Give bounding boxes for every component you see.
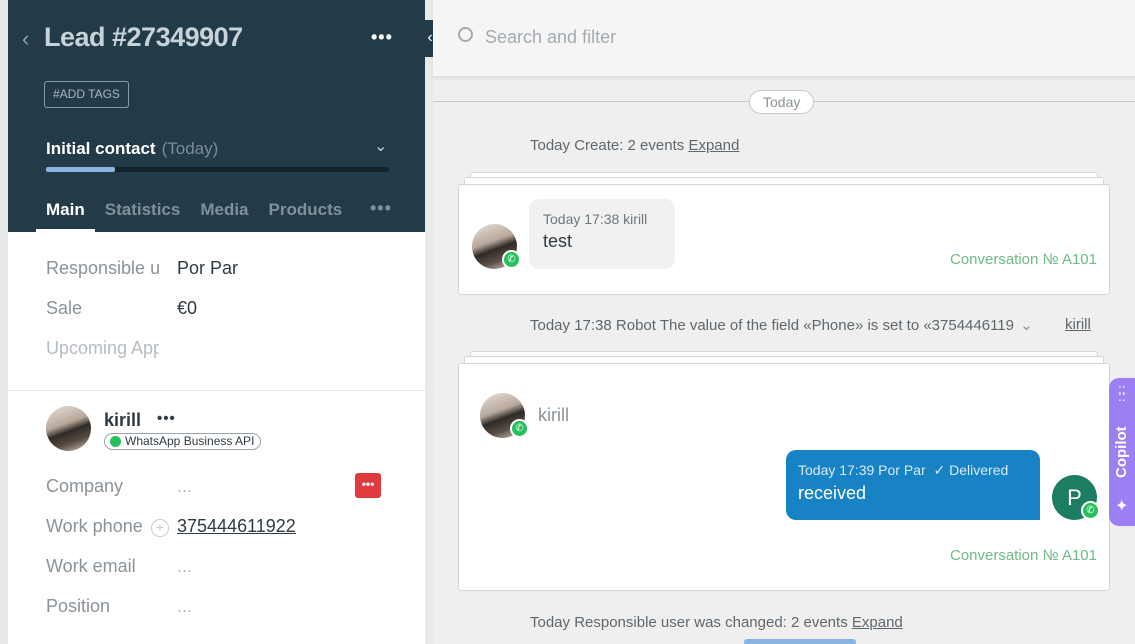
field-value-sale[interactable]: €0: [177, 298, 197, 319]
message-meta: Today 17:39 Por Par ✓ Delivered: [798, 462, 1028, 479]
expand-link[interactable]: Expand: [852, 614, 903, 631]
drag-handle-icon[interactable]: ⁚⁚ ⁚⁚: [1118, 385, 1126, 403]
contact-label-company: Company: [46, 476, 124, 496]
message-text: received: [798, 483, 867, 503]
contact-avatar[interactable]: [46, 406, 91, 451]
tab-products[interactable]: Products: [259, 190, 353, 232]
contact-label-position: Position: [46, 596, 111, 616]
copilot-label: Copilot: [1113, 426, 1130, 478]
message-text: test: [543, 231, 573, 251]
whatsapp-icon: ✆: [502, 250, 521, 269]
whatsapp-channel-badge: WhatsApp Business API: [104, 433, 262, 450]
stage-when: (Today): [161, 139, 219, 158]
outgoing-message: Today 17:39 Por Par ✓ Delivered received: [786, 450, 1040, 520]
add-phone-icon[interactable]: +: [151, 519, 169, 537]
stage-progress-fill: [46, 167, 115, 172]
back-icon[interactable]: ‹: [22, 28, 29, 50]
event-robot-text: Today 17:38 Robot The value of the field…: [530, 317, 1014, 334]
chevron-down-icon[interactable]: ⌄: [374, 136, 387, 156]
contact-name[interactable]: kirill: [104, 410, 141, 431]
feed-area: Today Today Create: 2 events Expand ✆ To…: [433, 0, 1135, 644]
add-tags-button[interactable]: #ADD TAGS: [44, 81, 129, 108]
lead-tabs: Main Statistics Media Products: [36, 190, 352, 232]
stage-progress: [46, 167, 389, 172]
field-label-responsible: Responsible u: [46, 258, 161, 278]
message-meta-text: Today 17:39 Por Par: [798, 462, 926, 478]
whatsapp-icon: ✆: [510, 419, 529, 438]
scroll-indicator: [744, 639, 856, 644]
contact-value-phone[interactable]: 375444611922: [177, 516, 296, 537]
pipeline-stage-select[interactable]: Initial contact (Today): [46, 139, 218, 159]
expand-link[interactable]: Expand: [688, 137, 739, 154]
whatsapp-icon: [110, 436, 121, 447]
search-icon: [458, 27, 473, 42]
message-status: Delivered: [949, 462, 1009, 478]
search-input[interactable]: [485, 24, 1085, 50]
field-label-sale: Sale: [46, 298, 83, 318]
contact-more-icon[interactable]: •••: [157, 410, 176, 427]
field-value-responsible[interactable]: Por Par: [177, 258, 238, 279]
sparkle-icon: ✦: [1115, 498, 1129, 515]
event-robot: Today 17:38 Robot The value of the field…: [530, 316, 1033, 334]
event-author-link[interactable]: kirill: [1065, 316, 1091, 333]
contact-label-email: Work email: [46, 556, 136, 576]
field-value-upcoming[interactable]: [177, 338, 377, 360]
day-label: Today: [749, 90, 815, 114]
divider: [8, 390, 425, 391]
field-label-upcoming: Upcoming App: [46, 338, 159, 358]
stage-name: Initial contact: [46, 139, 156, 158]
tabs-more-icon[interactable]: •••: [370, 198, 392, 219]
more-actions-button[interactable]: •••: [355, 473, 381, 498]
event-responsible: Today Responsible user was changed: 2 ev…: [530, 614, 903, 631]
message-card: ✆ Today 17:38 kirill test Conversation №…: [458, 184, 1110, 295]
tab-statistics[interactable]: Statistics: [95, 190, 191, 232]
incoming-message: Today 17:38 kirill test: [529, 199, 675, 269]
event-create-text: Today Create: 2 events: [530, 137, 685, 154]
contact-value-position[interactable]: ...: [177, 596, 192, 617]
lead-header: ‹ Lead #27349907 ••• #ADD TAGS Initial c…: [8, 0, 425, 232]
lead-more-icon[interactable]: •••: [371, 27, 393, 48]
sender-name: kirill: [538, 405, 569, 425]
lead-title: Lead #27349907: [44, 22, 243, 52]
chevron-down-icon[interactable]: ⌄: [1020, 317, 1033, 334]
contact-value-company[interactable]: ...: [177, 476, 192, 497]
conversation-link[interactable]: Conversation № A101: [950, 547, 1097, 564]
lead-panel: ‹ Lead #27349907 ••• #ADD TAGS Initial c…: [0, 0, 425, 644]
channel-label: WhatsApp Business API: [125, 434, 255, 448]
tab-main[interactable]: Main: [36, 190, 95, 232]
contact-label-phone: Work phone: [46, 516, 143, 536]
delivered-check-icon: ✓: [933, 462, 946, 478]
message-meta: Today 17:38 kirill: [543, 211, 648, 227]
copilot-button[interactable]: ⁚⁚ ⁚⁚ Copilot ✦: [1109, 378, 1135, 526]
whatsapp-icon: ✆: [1081, 501, 1100, 520]
event-responsible-text: Today Responsible user was changed: 2 ev…: [530, 614, 848, 631]
tab-media[interactable]: Media: [190, 190, 258, 232]
conversation-link[interactable]: Conversation № A101: [950, 251, 1097, 268]
contact-value-email[interactable]: ...: [177, 556, 192, 577]
event-create: Today Create: 2 events Expand: [530, 137, 739, 154]
search-bar: [433, 0, 1135, 77]
